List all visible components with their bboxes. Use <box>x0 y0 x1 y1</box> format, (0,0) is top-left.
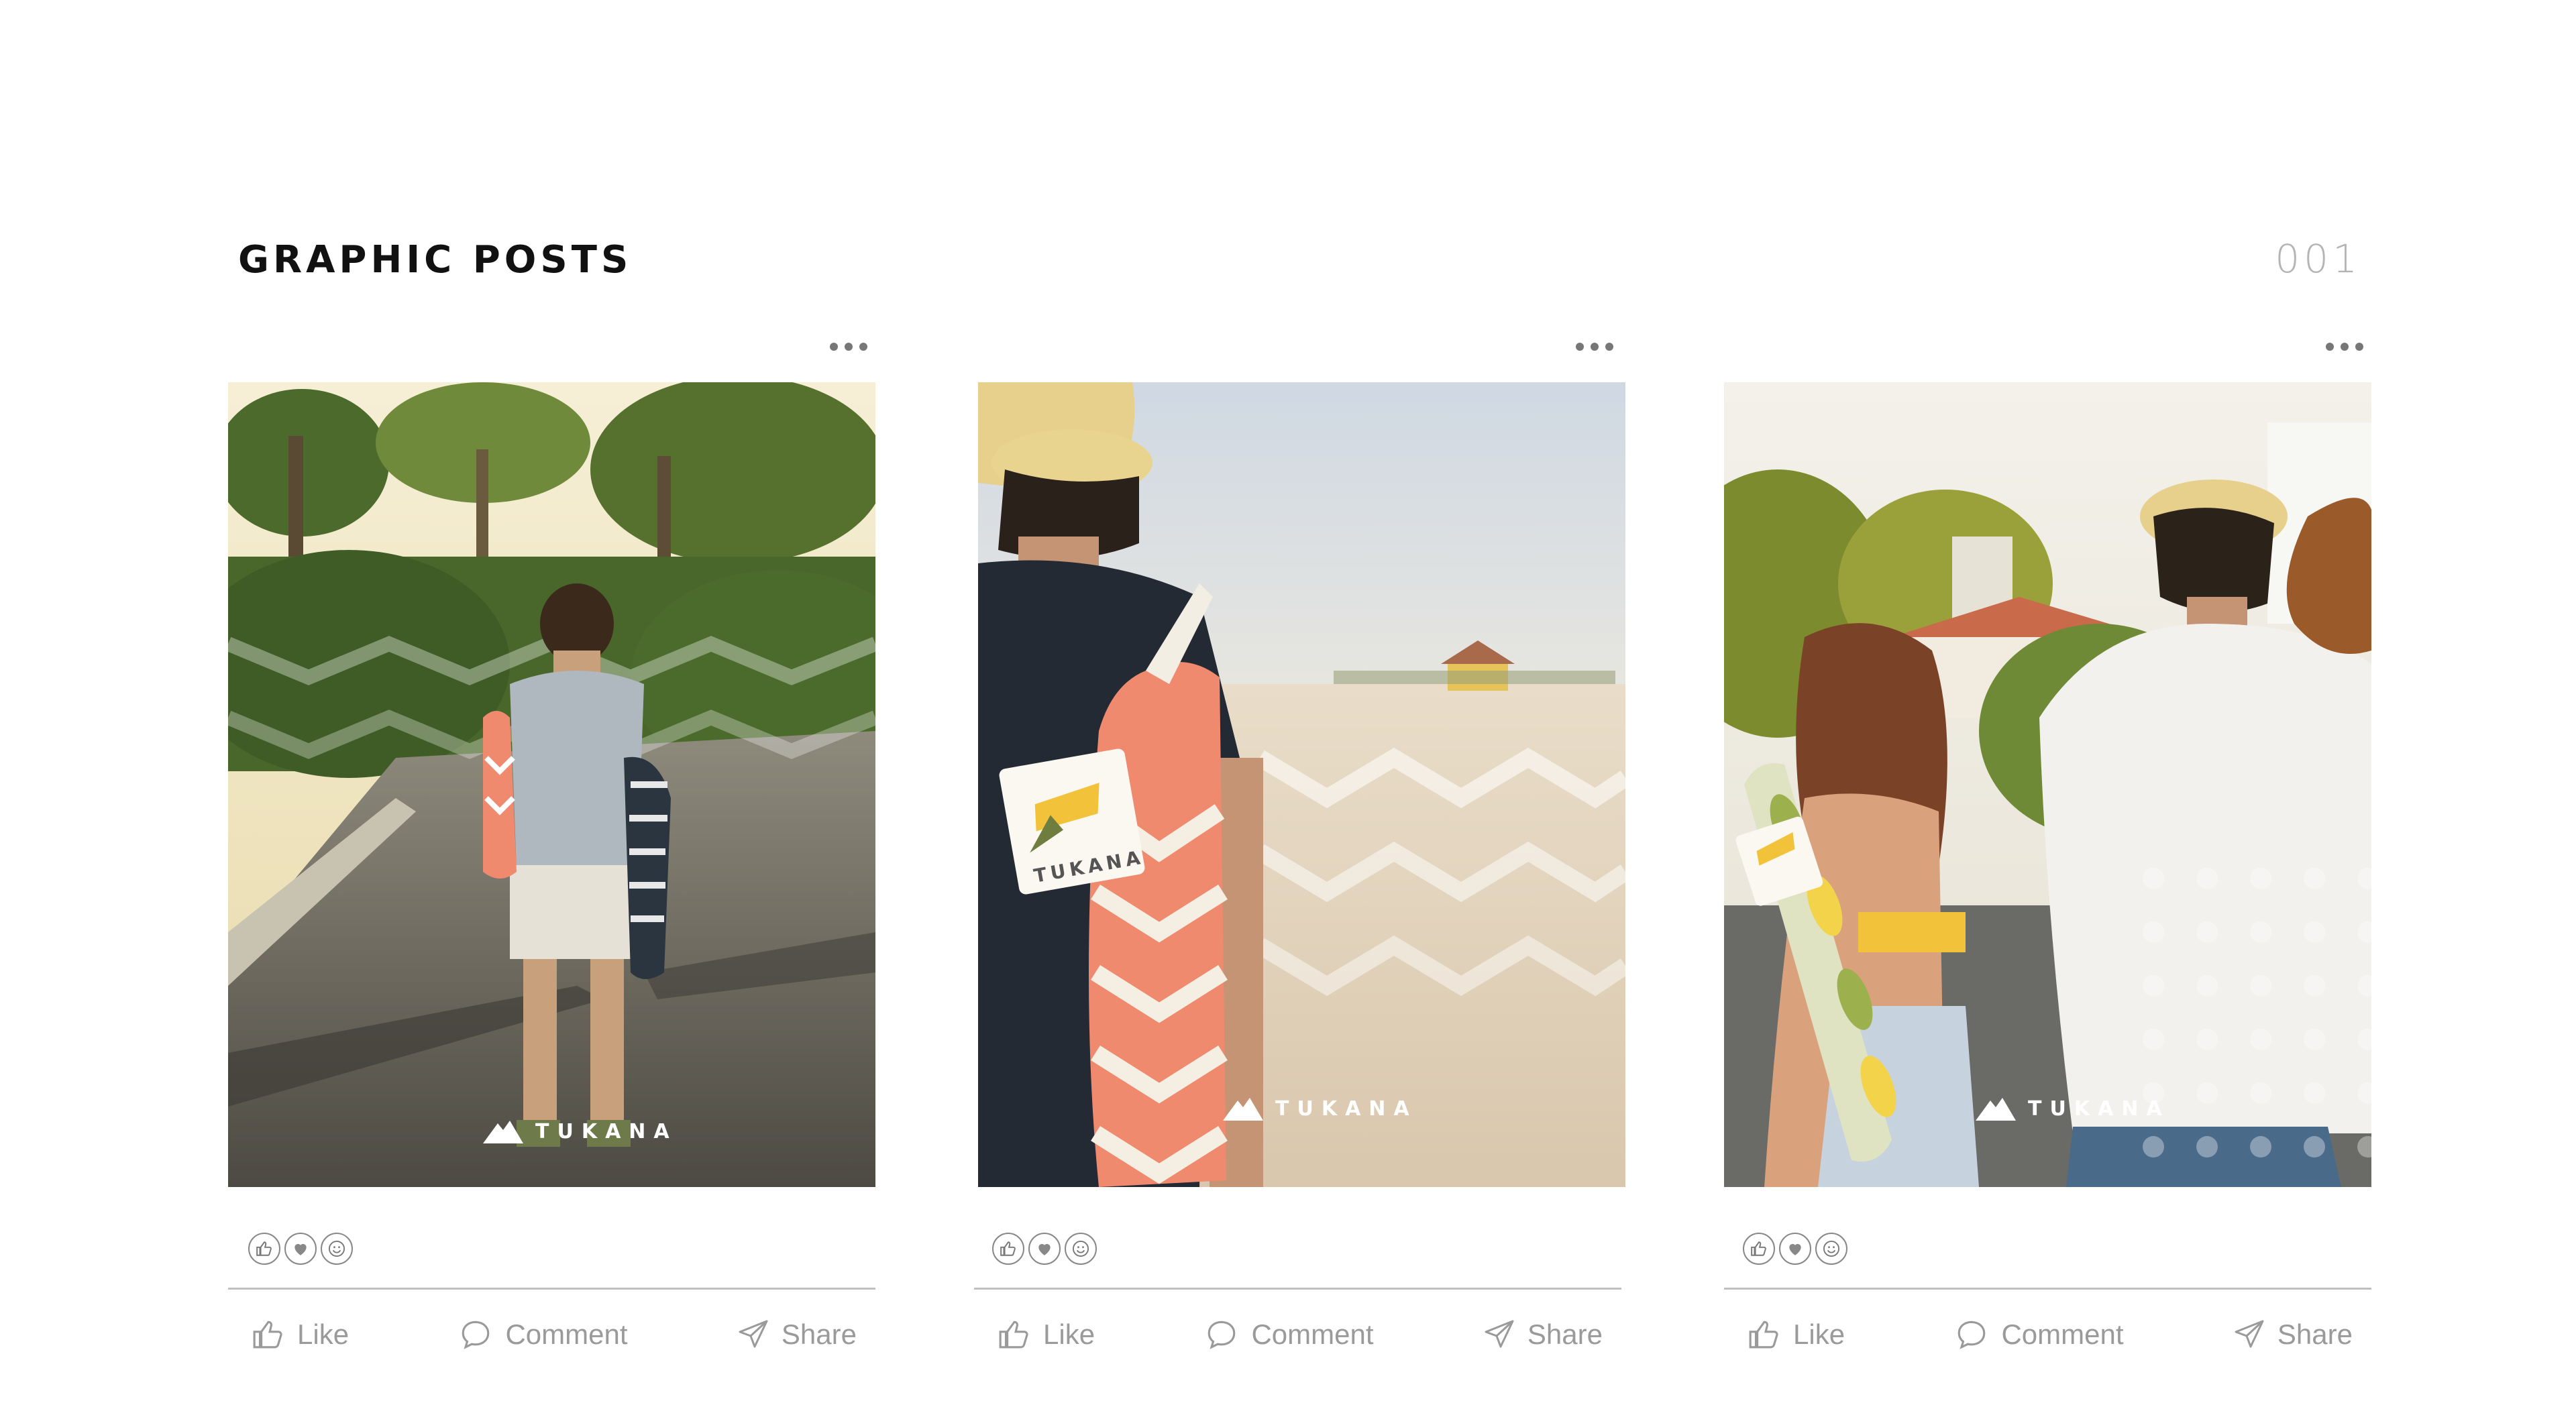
comment-label: Comment <box>1251 1318 1374 1350</box>
logo-text: TUKANA <box>1275 1097 1417 1121</box>
logo-text: TUKANA <box>2028 1097 2170 1121</box>
comment-button[interactable]: Comment <box>1954 1318 2124 1351</box>
like-button[interactable]: Like <box>252 1318 349 1351</box>
thumbs-up-icon <box>253 1320 282 1349</box>
post-image[interactable]: TUKANA <box>1724 382 2371 1187</box>
like-button[interactable]: Like <box>998 1318 1095 1351</box>
heart-icon[interactable] <box>1028 1233 1061 1265</box>
mountain-logo-icon <box>1976 1097 2016 1121</box>
like-button[interactable]: Like <box>1748 1318 1845 1351</box>
thumbs-up-icon <box>1749 1320 1778 1349</box>
more-options-icon[interactable] <box>1568 338 1621 355</box>
thumbs-up-icon[interactable] <box>992 1233 1024 1265</box>
share-button[interactable]: Share <box>1483 1318 1603 1351</box>
reactions[interactable] <box>992 1233 1097 1265</box>
share-label: Share <box>1527 1318 1603 1350</box>
comment-icon <box>1208 1320 1236 1349</box>
divider <box>974 1288 1621 1290</box>
tukana-logo: TUKANA <box>1976 1097 2170 1121</box>
post-actions: Like Comment Share <box>1724 1311 2371 1358</box>
divider <box>1724 1288 2371 1290</box>
more-options-icon[interactable] <box>822 338 875 355</box>
page-number: 001 <box>2275 236 2361 282</box>
post-illustration <box>228 382 875 1187</box>
comment-label: Comment <box>2001 1318 2124 1350</box>
tukana-logo: TUKANA <box>1223 1097 1417 1121</box>
comment-label: Comment <box>505 1318 628 1350</box>
smile-icon[interactable] <box>1815 1233 1847 1265</box>
post-illustration <box>1724 382 2371 1187</box>
thumbs-up-icon[interactable] <box>248 1233 280 1265</box>
like-label: Like <box>1043 1318 1095 1350</box>
reactions[interactable] <box>1743 1233 1847 1265</box>
share-icon <box>2235 1320 2264 1348</box>
share-label: Share <box>781 1318 857 1350</box>
comment-button[interactable]: Comment <box>458 1318 628 1351</box>
divider <box>228 1288 875 1290</box>
post-image[interactable]: TUKANA <box>228 382 875 1187</box>
thumbs-up-icon[interactable] <box>1743 1233 1775 1265</box>
reactions[interactable] <box>248 1233 353 1265</box>
post-image[interactable]: TUKANA TUKANA <box>978 382 1625 1187</box>
comment-button[interactable]: Comment <box>1204 1318 1374 1351</box>
share-icon <box>1485 1320 1514 1348</box>
smile-icon[interactable] <box>321 1233 353 1265</box>
logo-text: TUKANA <box>535 1120 678 1143</box>
tukana-logo: TUKANA <box>483 1120 678 1143</box>
like-label: Like <box>1793 1318 1845 1350</box>
heart-icon[interactable] <box>1779 1233 1811 1265</box>
thumbs-up-icon <box>999 1320 1028 1349</box>
like-label: Like <box>297 1318 350 1350</box>
comment-icon <box>462 1320 490 1349</box>
smile-icon[interactable] <box>1065 1233 1097 1265</box>
post-illustration: TUKANA <box>978 382 1625 1187</box>
mountain-logo-icon <box>483 1120 523 1143</box>
share-icon <box>739 1320 768 1348</box>
share-button[interactable]: Share <box>2233 1318 2353 1351</box>
share-label: Share <box>2277 1318 2353 1350</box>
comment-icon <box>1958 1320 1986 1349</box>
more-options-icon[interactable] <box>2318 338 2371 355</box>
heart-icon[interactable] <box>284 1233 317 1265</box>
post-actions: Like Comment Share <box>974 1311 1621 1358</box>
page-title: GRAPHIC POSTS <box>238 238 633 282</box>
share-button[interactable]: Share <box>737 1318 857 1351</box>
mountain-logo-icon <box>1223 1097 1263 1121</box>
post-actions: Like Comment Share <box>228 1311 875 1358</box>
